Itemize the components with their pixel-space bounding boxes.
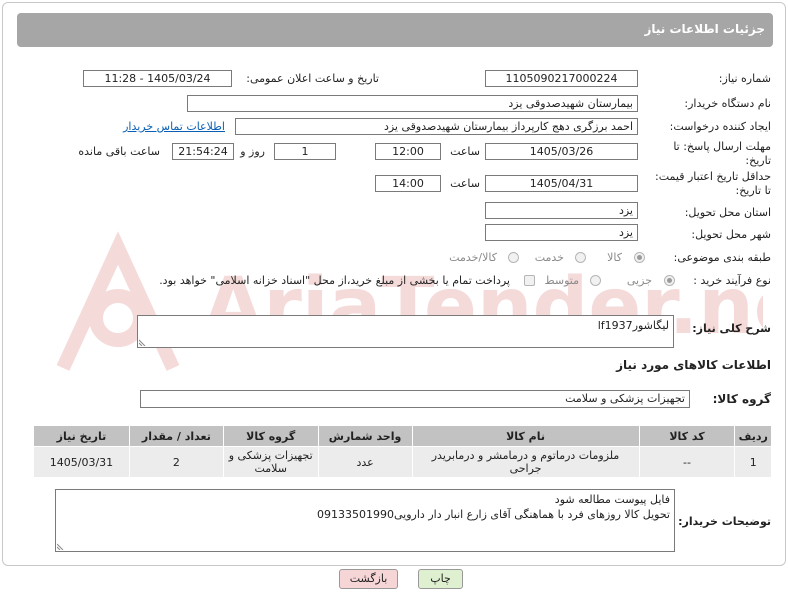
process-label: نوع فرآیند خرید : bbox=[693, 274, 771, 287]
description-field[interactable]: لیگاشورlf1937 bbox=[137, 315, 674, 348]
process-option-medium: متوسط bbox=[544, 274, 579, 287]
panel-title: جزئیات اطلاعات نیاز bbox=[644, 22, 765, 36]
col-name: نام کالا bbox=[411, 425, 640, 447]
items-table-header: ردیف کد کالا نام کالا واحد شمارش گروه کا… bbox=[33, 425, 772, 447]
goods-section-title: اطلاعات کالاهای مورد نیاز bbox=[616, 358, 771, 372]
days-field[interactable]: 1 bbox=[274, 143, 336, 160]
announce-field[interactable]: 1405/03/24 - 11:28 bbox=[83, 70, 232, 87]
price-date-field[interactable]: 1405/04/31 bbox=[485, 175, 638, 192]
goods-group-label: گروه کالا: bbox=[712, 392, 771, 406]
city-field[interactable]: یزد bbox=[485, 224, 638, 241]
table-row[interactable]: 1 -- ملزومات درماتوم و درمامشر و درمابری… bbox=[33, 446, 772, 478]
reply-deadline-label-2: تاریخ: bbox=[745, 154, 771, 167]
watermark-logo: AriaTender.neT bbox=[56, 231, 763, 371]
reply-time-field[interactable]: 12:00 bbox=[375, 143, 441, 160]
remaining-label: ساعت باقی مانده bbox=[78, 145, 160, 158]
reply-time-label: ساعت bbox=[450, 145, 480, 158]
cell-group: تجهیزات پزشکی و سلامت bbox=[222, 446, 319, 478]
category-option-service: خدمت bbox=[534, 251, 564, 264]
price-deadline-label-2: تا تاریخ: bbox=[735, 184, 771, 197]
col-code: کد کالا bbox=[638, 425, 736, 447]
days-label: روز و bbox=[240, 145, 265, 158]
cell-date: 1405/03/31 bbox=[33, 446, 130, 478]
col-row: ردیف bbox=[734, 425, 772, 447]
category-label: طبقه بندی موضوعی: bbox=[673, 251, 771, 264]
buyer-field[interactable]: بیمارستان شهیدصدوقی یزد bbox=[187, 95, 638, 112]
print-button[interactable]: چاپ bbox=[418, 569, 463, 589]
announce-label: تاریخ و ساعت اعلان عمومی: bbox=[246, 72, 379, 85]
cell-qty: 2 bbox=[128, 446, 224, 478]
need-number-label: شماره نیاز: bbox=[718, 72, 771, 85]
remaining-time-field[interactable]: 21:54:24 bbox=[172, 143, 234, 160]
items-table: ردیف کد کالا نام کالا واحد شمارش گروه کا… bbox=[33, 425, 772, 478]
details-panel: جزئیات اطلاعات نیاز AriaTender.neT شماره… bbox=[2, 2, 786, 566]
col-group: گروه کالا bbox=[222, 425, 319, 447]
buyer-notes-label: توضیحات خریدار: bbox=[678, 515, 771, 528]
panel-header: جزئیات اطلاعات نیاز bbox=[17, 13, 773, 47]
price-time-field[interactable]: 14:00 bbox=[375, 175, 441, 192]
cell-unit: عدد bbox=[317, 446, 413, 478]
process-radio-medium[interactable] bbox=[590, 275, 601, 286]
city-label: شهر محل تحویل: bbox=[691, 228, 771, 241]
col-date: تاریخ نیاز bbox=[33, 425, 130, 447]
resize-grip-icon[interactable] bbox=[139, 338, 147, 346]
category-option-goods-service: کالا/خدمت bbox=[449, 251, 497, 264]
creator-label: ایجاد کننده درخواست: bbox=[669, 120, 771, 133]
price-deadline-label: حداقل تاریخ اعتبار قیمت: bbox=[655, 170, 771, 183]
category-option-goods: کالا bbox=[607, 251, 622, 264]
resize-grip-icon[interactable] bbox=[57, 542, 65, 550]
process-radio-minor[interactable] bbox=[664, 275, 675, 286]
col-qty: تعداد / مقدار bbox=[128, 425, 224, 447]
buyer-notes-line-2: تحویل کالا روزهای فرد با هماهنگی آقای زا… bbox=[317, 508, 670, 521]
category-radio-goods[interactable] bbox=[634, 252, 645, 263]
col-unit: واحد شمارش bbox=[317, 425, 413, 447]
payment-note: پرداخت تمام یا بخشی از مبلغ خرید،از محل … bbox=[159, 274, 510, 287]
reply-date-field[interactable]: 1405/03/26 bbox=[485, 143, 638, 160]
buyer-label: نام دستگاه خریدار: bbox=[684, 97, 771, 110]
goods-group-field[interactable]: تجهیزات پزشکی و سلامت bbox=[140, 390, 690, 408]
description-label: شرح کلی نیاز: bbox=[692, 322, 771, 335]
need-number-field[interactable]: 1105090217000224 bbox=[485, 70, 638, 87]
back-button[interactable]: بازگشت bbox=[339, 569, 398, 589]
reply-deadline-label: مهلت ارسال پاسخ: تا bbox=[673, 140, 771, 153]
province-label: استان محل تحویل: bbox=[684, 206, 771, 219]
price-time-label: ساعت bbox=[450, 177, 480, 190]
category-radio-goods-service[interactable] bbox=[508, 252, 519, 263]
cell-name: ملزومات درماتوم و درمامشر و درمابریدر جر… bbox=[411, 446, 640, 478]
buyer-notes-field[interactable]: فایل پیوست مطالعه شود تحویل کالا روزهای … bbox=[55, 489, 675, 552]
treasury-payment-checkbox[interactable] bbox=[524, 275, 535, 286]
process-option-minor: جزیی bbox=[626, 274, 652, 287]
buyer-notes-line-1: فایل پیوست مطالعه شود bbox=[554, 493, 670, 506]
category-radio-service[interactable] bbox=[575, 252, 586, 263]
province-field[interactable]: یزد bbox=[485, 202, 638, 219]
creator-field[interactable]: احمد برزگری دهج کارپرداز بیمارستان شهیدص… bbox=[235, 118, 638, 135]
buyer-contact-link[interactable]: اطلاعات تماس خریدار bbox=[123, 120, 225, 133]
cell-code: -- bbox=[638, 446, 736, 478]
description-text: لیگاشورlf1937 bbox=[597, 319, 669, 332]
cell-row: 1 bbox=[734, 446, 772, 478]
